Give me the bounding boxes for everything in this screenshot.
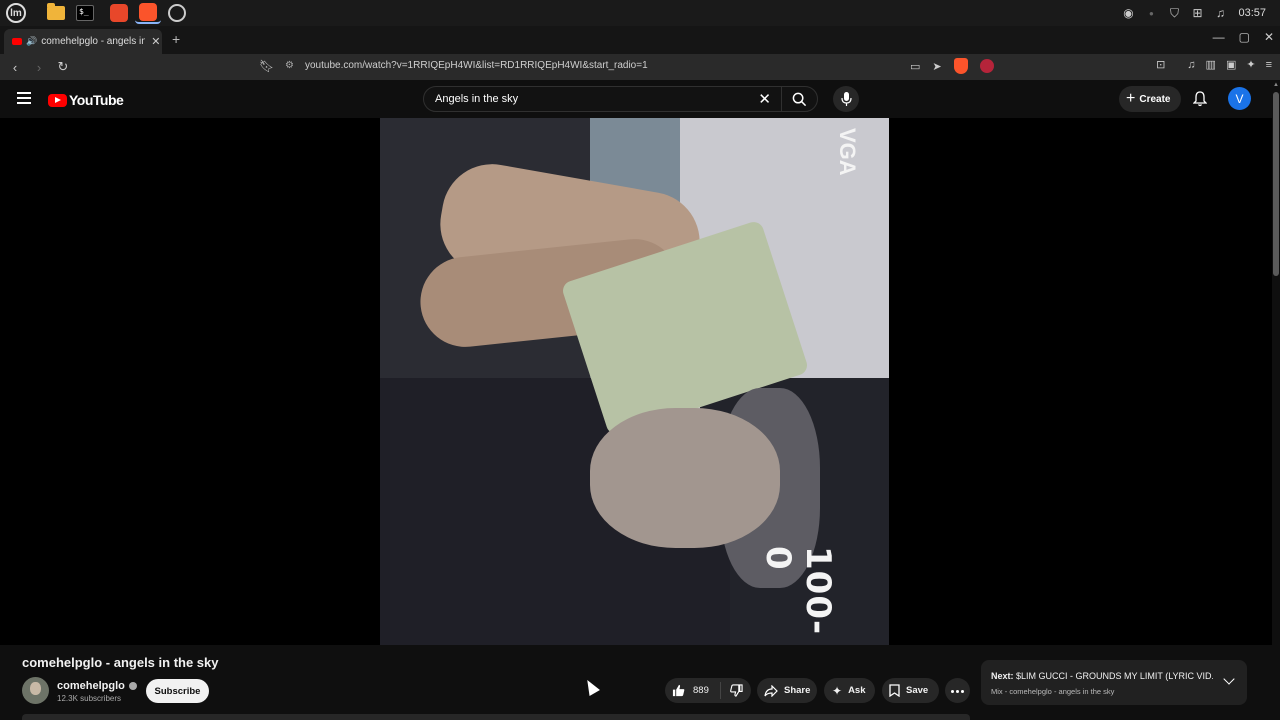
menu-icon[interactable]: ≡ (1266, 59, 1272, 71)
chevron-down-icon[interactable] (1223, 673, 1235, 685)
bookmark-save-icon (889, 684, 900, 697)
thumbs-up-icon (672, 684, 685, 697)
notifications-bell-icon[interactable] (1193, 91, 1207, 107)
mouse-cursor-icon (582, 677, 600, 696)
youtube-favicon-icon (12, 38, 22, 45)
plus-icon: + (1126, 90, 1136, 107)
microphone-icon (840, 92, 852, 106)
voice-search-button[interactable] (833, 86, 859, 112)
video-overlay-counter: 100-0 (758, 546, 838, 636)
bookmark-icon[interactable]: 🔖︎ (259, 59, 274, 73)
close-window-icon[interactable]: ✕ (1264, 30, 1274, 44)
clock[interactable]: 03:57 (1238, 7, 1266, 19)
scrollbar-thumb[interactable] (1273, 92, 1279, 276)
channel-avatar[interactable] (22, 677, 49, 704)
brave-rewards-icon[interactable] (979, 59, 994, 73)
like-dislike-group: 889 (665, 678, 751, 703)
url-field[interactable]: youtube.com/watch?v=1RRIQEpH4WI&list=RD1… (305, 60, 648, 71)
like-count: 889 (693, 685, 709, 696)
more-actions-button[interactable] (945, 678, 970, 703)
dislike-button[interactable] (721, 684, 751, 697)
save-button[interactable]: Save (882, 678, 939, 703)
channel-name[interactable]: comehelpglo (57, 680, 137, 692)
subscriber-count: 12.3K subscribers (57, 694, 122, 703)
tab-title: comehelpglo - angels in the sky (41, 36, 146, 47)
tab-close-icon[interactable]: ✕ (151, 35, 160, 48)
back-icon[interactable]: ‹ (6, 60, 24, 75)
send-icon[interactable]: ➤ (932, 60, 941, 73)
speaker-icon[interactable]: 🔊 (26, 36, 37, 47)
screenshot-icon[interactable]: ⊡ (1156, 58, 1165, 71)
chromium-icon[interactable] (164, 2, 190, 24)
youtube-play-icon (48, 93, 67, 107)
files-icon[interactable] (43, 2, 69, 24)
youtube-logo[interactable]: YouTube (48, 92, 124, 108)
window-controls: — ▢ ✕ (1213, 30, 1274, 44)
ask-button[interactable]: ✦ Ask (824, 678, 875, 703)
brave-active-icon[interactable] (135, 2, 161, 24)
search-input[interactable]: Angels in the sky (435, 93, 758, 105)
like-button[interactable]: 889 (665, 682, 721, 699)
next-up-subtitle: Mix - comehelpglo - angels in the sky (991, 687, 1115, 696)
subscribe-button[interactable]: Subscribe (146, 679, 209, 703)
site-info-icon[interactable]: ⚙ (285, 60, 294, 71)
thumbs-down-icon (729, 684, 743, 697)
youtube-header: YouTube Angels in the sky ✕ + Create V (0, 80, 1280, 118)
minimize-icon[interactable]: — (1213, 30, 1225, 44)
brave-icon[interactable] (106, 2, 132, 24)
maximize-icon[interactable]: ▢ (1239, 30, 1250, 44)
share-icon (764, 684, 778, 697)
terminal-icon[interactable]: $_ (72, 2, 98, 24)
video-overlay-label: VGA (835, 128, 860, 176)
sidebar-icon[interactable]: ▥ (1206, 58, 1216, 71)
share-button[interactable]: Share (757, 678, 817, 703)
shield-tray-icon[interactable]: ⛉ (1167, 6, 1181, 20)
address-actions: ▭ ➤ (910, 58, 994, 74)
next-up-card[interactable]: Next: $LIM GUCCI - GROUNDS MY LIMIT (LYR… (981, 660, 1247, 705)
search-box[interactable]: Angels in the sky ✕ (423, 86, 818, 112)
leo-icon[interactable]: ✦ (1246, 58, 1255, 71)
verified-icon (128, 682, 137, 690)
description-box-edge[interactable] (22, 714, 970, 720)
search-button[interactable] (781, 87, 817, 111)
clear-search-icon[interactable]: ✕ (758, 90, 771, 108)
page-scrollbar[interactable]: ▲ (1272, 80, 1280, 720)
sparkle-icon: ✦ (832, 683, 843, 698)
network-icon[interactable]: ⊞ (1190, 6, 1204, 20)
account-avatar[interactable]: V (1228, 87, 1251, 110)
browser-nav-bar: ‹ › ↻ 🔖︎ ⚙ youtube.com/watch?v=1RRIQEpH4… (0, 54, 1280, 80)
toggle-icon[interactable]: ● (1144, 6, 1158, 20)
mint-menu-icon[interactable]: lm (3, 2, 29, 24)
music-icon[interactable]: ♫ (1213, 6, 1227, 20)
system-tray: ◉ ● ⛉ ⊞ ♫ 03:57 (1121, 0, 1280, 26)
next-up-title: Next: $LIM GUCCI - GROUNDS MY LIMIT (LYR… (991, 671, 1213, 681)
forward-icon[interactable]: › (30, 60, 48, 75)
wallet-icon[interactable]: ▣ (1226, 58, 1236, 71)
cast-icon[interactable]: ▭ (910, 60, 920, 73)
more-horizontal-icon (950, 685, 965, 696)
brave-shields-icon[interactable] (953, 58, 968, 74)
scroll-up-arrow-icon[interactable]: ▲ (1273, 82, 1279, 88)
video-player[interactable]: 100-0 VGA (0, 118, 1272, 645)
browser-tab-strip: 🔊 comehelpglo - angels in the sky ✕ + — … (0, 26, 1280, 54)
video-title: comehelpglo - angels in the sky (22, 655, 219, 670)
search-icon (792, 92, 807, 106)
os-taskbar: lm $_ ◉ ● ⛉ ⊞ ♫ 03:57 (0, 0, 1280, 26)
reload-icon[interactable]: ↻ (54, 59, 72, 75)
browser-tab[interactable]: 🔊 comehelpglo - angels in the sky ✕ (4, 29, 162, 54)
toolbar-right: ⊡ ♫ ▥ ▣ ✦ ≡ (1156, 58, 1272, 72)
video-frame[interactable]: 100-0 VGA (380, 118, 889, 645)
obs-icon[interactable]: ◉ (1121, 6, 1135, 20)
media-icon[interactable]: ♫ (1187, 59, 1195, 71)
guide-menu-icon[interactable] (17, 92, 31, 107)
new-tab-button[interactable]: + (172, 31, 180, 47)
create-button[interactable]: + Create (1119, 86, 1182, 112)
